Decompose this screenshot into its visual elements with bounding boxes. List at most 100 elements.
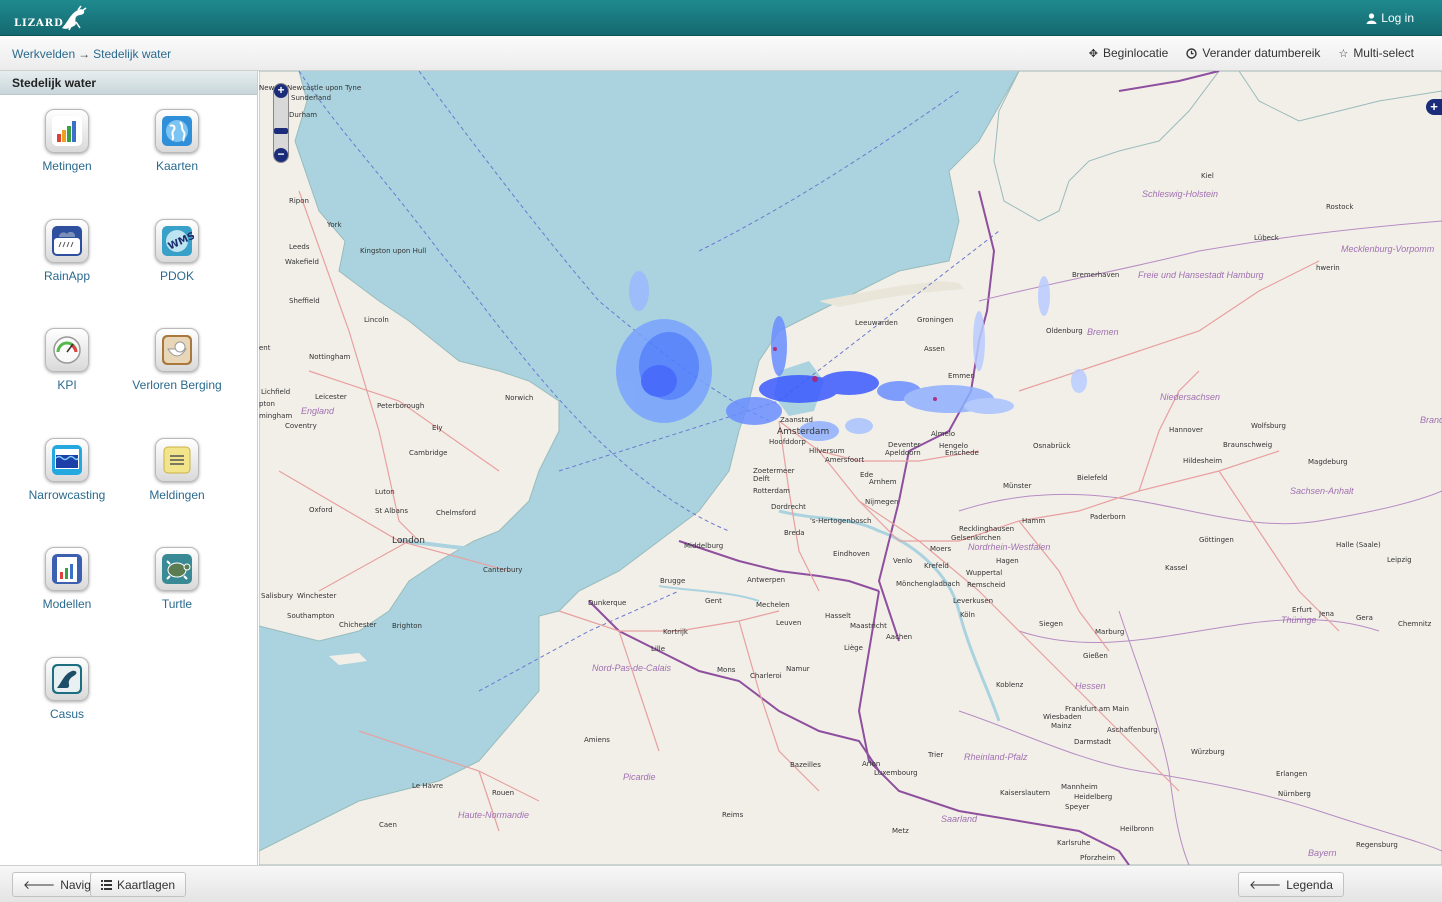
region-label: Hessen: [1075, 681, 1106, 691]
map-label: Bazeilles: [790, 761, 821, 769]
map-label: Ripon: [289, 197, 309, 205]
map-label: York: [327, 221, 342, 229]
app-metingen[interactable]: Metingen: [12, 109, 122, 173]
map-label: Hannover: [1169, 426, 1204, 434]
zoom-in-button[interactable]: +: [274, 84, 288, 98]
map-label: Durham: [289, 111, 318, 119]
kaartlagen-button[interactable]: Kaartlagen: [90, 872, 187, 897]
map-label: Pforzheim: [1080, 854, 1116, 862]
map-label: Hilversum: [809, 447, 845, 455]
map-label: Dunkerque: [588, 599, 627, 607]
app-kpi[interactable]: KPI: [12, 328, 122, 392]
app-pdok[interactable]: WMS PDOK: [122, 219, 232, 283]
map-label: Lübeck: [1254, 234, 1279, 242]
map-label: St Albans: [375, 507, 408, 515]
map-label: Heidelberg: [1074, 793, 1113, 801]
breadcrumb-werkvelden-link[interactable]: Werkvelden: [12, 47, 75, 61]
map-label: Sunderland: [291, 94, 332, 102]
map-label: Remscheid: [967, 581, 1006, 589]
app-label: Turtle: [161, 597, 193, 611]
map-label: Magdeburg: [1308, 458, 1348, 466]
map-label: Nottingham: [309, 353, 351, 361]
lizard-logo-icon: [61, 5, 87, 31]
app-label: KPI: [57, 378, 77, 392]
verander-datumbereik-button[interactable]: Verander datumbereik: [1186, 46, 1320, 60]
map-label: Ely: [432, 424, 443, 432]
map-label: Wakefield: [285, 258, 319, 266]
app-label: Casus: [49, 707, 84, 721]
map-label: Hasselt: [825, 612, 851, 620]
map-label: Luton: [375, 488, 395, 496]
app-casus[interactable]: Casus: [12, 657, 122, 721]
map-label: Karlsruhe: [1057, 839, 1091, 847]
multi-select-button[interactable]: ☆ Multi-select: [1338, 46, 1414, 60]
map-label: Eindhoven: [833, 550, 870, 558]
map-label: Lincoln: [364, 316, 389, 324]
app-narrowcasting[interactable]: Narrowcasting: [12, 438, 122, 502]
app-modellen[interactable]: Modellen: [12, 547, 122, 611]
map-label: Chemnitz: [1398, 620, 1432, 628]
map-label: Wuppertal: [966, 569, 1003, 577]
map-label: Delft: [753, 475, 770, 483]
app-label: PDOK: [159, 269, 194, 283]
lizard-icon: [45, 657, 89, 701]
map-label: 's-Hertogenbosch: [810, 517, 872, 525]
map-label: Maastricht: [850, 622, 887, 630]
report-icon: [45, 547, 89, 591]
map-label: Mönchengladbach: [896, 580, 960, 588]
list-icon: [101, 879, 112, 890]
map-label: Mainz: [1051, 722, 1072, 730]
map-label: Liège: [844, 644, 863, 652]
lizard-logo[interactable]: LIZARD: [14, 4, 88, 32]
app-rainapp[interactable]: RainApp: [12, 219, 122, 283]
map-label: Brugge: [660, 577, 686, 585]
map-label: Bremerhaven: [1072, 271, 1120, 279]
crosshair-icon: ✥: [1088, 47, 1098, 60]
map-label: Kassel: [1165, 564, 1188, 572]
beginlocatie-button[interactable]: ✥ Beginlocatie: [1089, 46, 1169, 60]
map-label: Hagen: [996, 557, 1019, 565]
map-label: Arnhem: [869, 478, 897, 486]
map-label: Hildesheim: [1183, 457, 1223, 465]
map-label: Zoetermeer: [753, 467, 795, 475]
login-button[interactable]: Log in: [1366, 11, 1414, 25]
app-label: Meldingen: [149, 488, 205, 502]
app-verloren-berging[interactable]: Verloren Berging: [122, 328, 232, 392]
map-label: Nürnberg: [1278, 790, 1311, 798]
map-label: Amiens: [584, 736, 610, 744]
region-label: Bremen: [1087, 327, 1119, 337]
map-label: Hoofddorp: [769, 438, 806, 446]
map-label: Aschaffenburg: [1107, 726, 1158, 734]
region-label: Freie und Hansestadt Hamburg: [1138, 270, 1264, 280]
map-label: Kiel: [1201, 172, 1214, 180]
user-icon: [1366, 12, 1377, 24]
map-label: Trier: [928, 751, 944, 759]
layer-switcher-button[interactable]: +: [1426, 99, 1442, 115]
map-label: pton: [259, 400, 275, 408]
map-label: Antwerpen: [747, 576, 786, 584]
map-label: Leeds: [289, 243, 310, 251]
app-kaarten[interactable]: Kaarten: [122, 109, 232, 173]
region-label: Rheinland-Pfalz: [964, 752, 1028, 762]
zoom-out-button[interactable]: −: [274, 148, 288, 162]
legenda-button[interactable]: 🡐 Legenda: [1238, 872, 1344, 897]
map-label: Aachen: [886, 633, 913, 641]
app-turtle[interactable]: Turtle: [122, 547, 232, 611]
region-label: Schleswig-Holstein: [1142, 189, 1219, 199]
map-label: Peterborough: [377, 402, 425, 410]
map-label: Coventry: [285, 422, 317, 430]
app-label: Kaarten: [155, 159, 199, 173]
map-label: Recklinghausen: [959, 525, 1015, 533]
map-label: hwerin: [1316, 264, 1340, 272]
star-icon: ☆: [1338, 47, 1349, 60]
region-label: Bayern: [1308, 848, 1337, 858]
map-label: Kaiserslautern: [1000, 789, 1051, 797]
map-label: Newcastle upon Tyne: [287, 84, 362, 92]
map-view[interactable]: New Newcastle upon Tyne Sunderland Durha…: [259, 71, 1442, 865]
map-label: Lichfield: [261, 388, 291, 396]
app-meldingen[interactable]: Meldingen: [122, 438, 232, 502]
map-label-london: London: [392, 536, 425, 546]
breadcrumb-current-link[interactable]: Stedelijk water: [93, 47, 171, 61]
zoom-slider-handle[interactable]: [274, 128, 288, 134]
map-label: Wolfsburg: [1251, 422, 1286, 430]
